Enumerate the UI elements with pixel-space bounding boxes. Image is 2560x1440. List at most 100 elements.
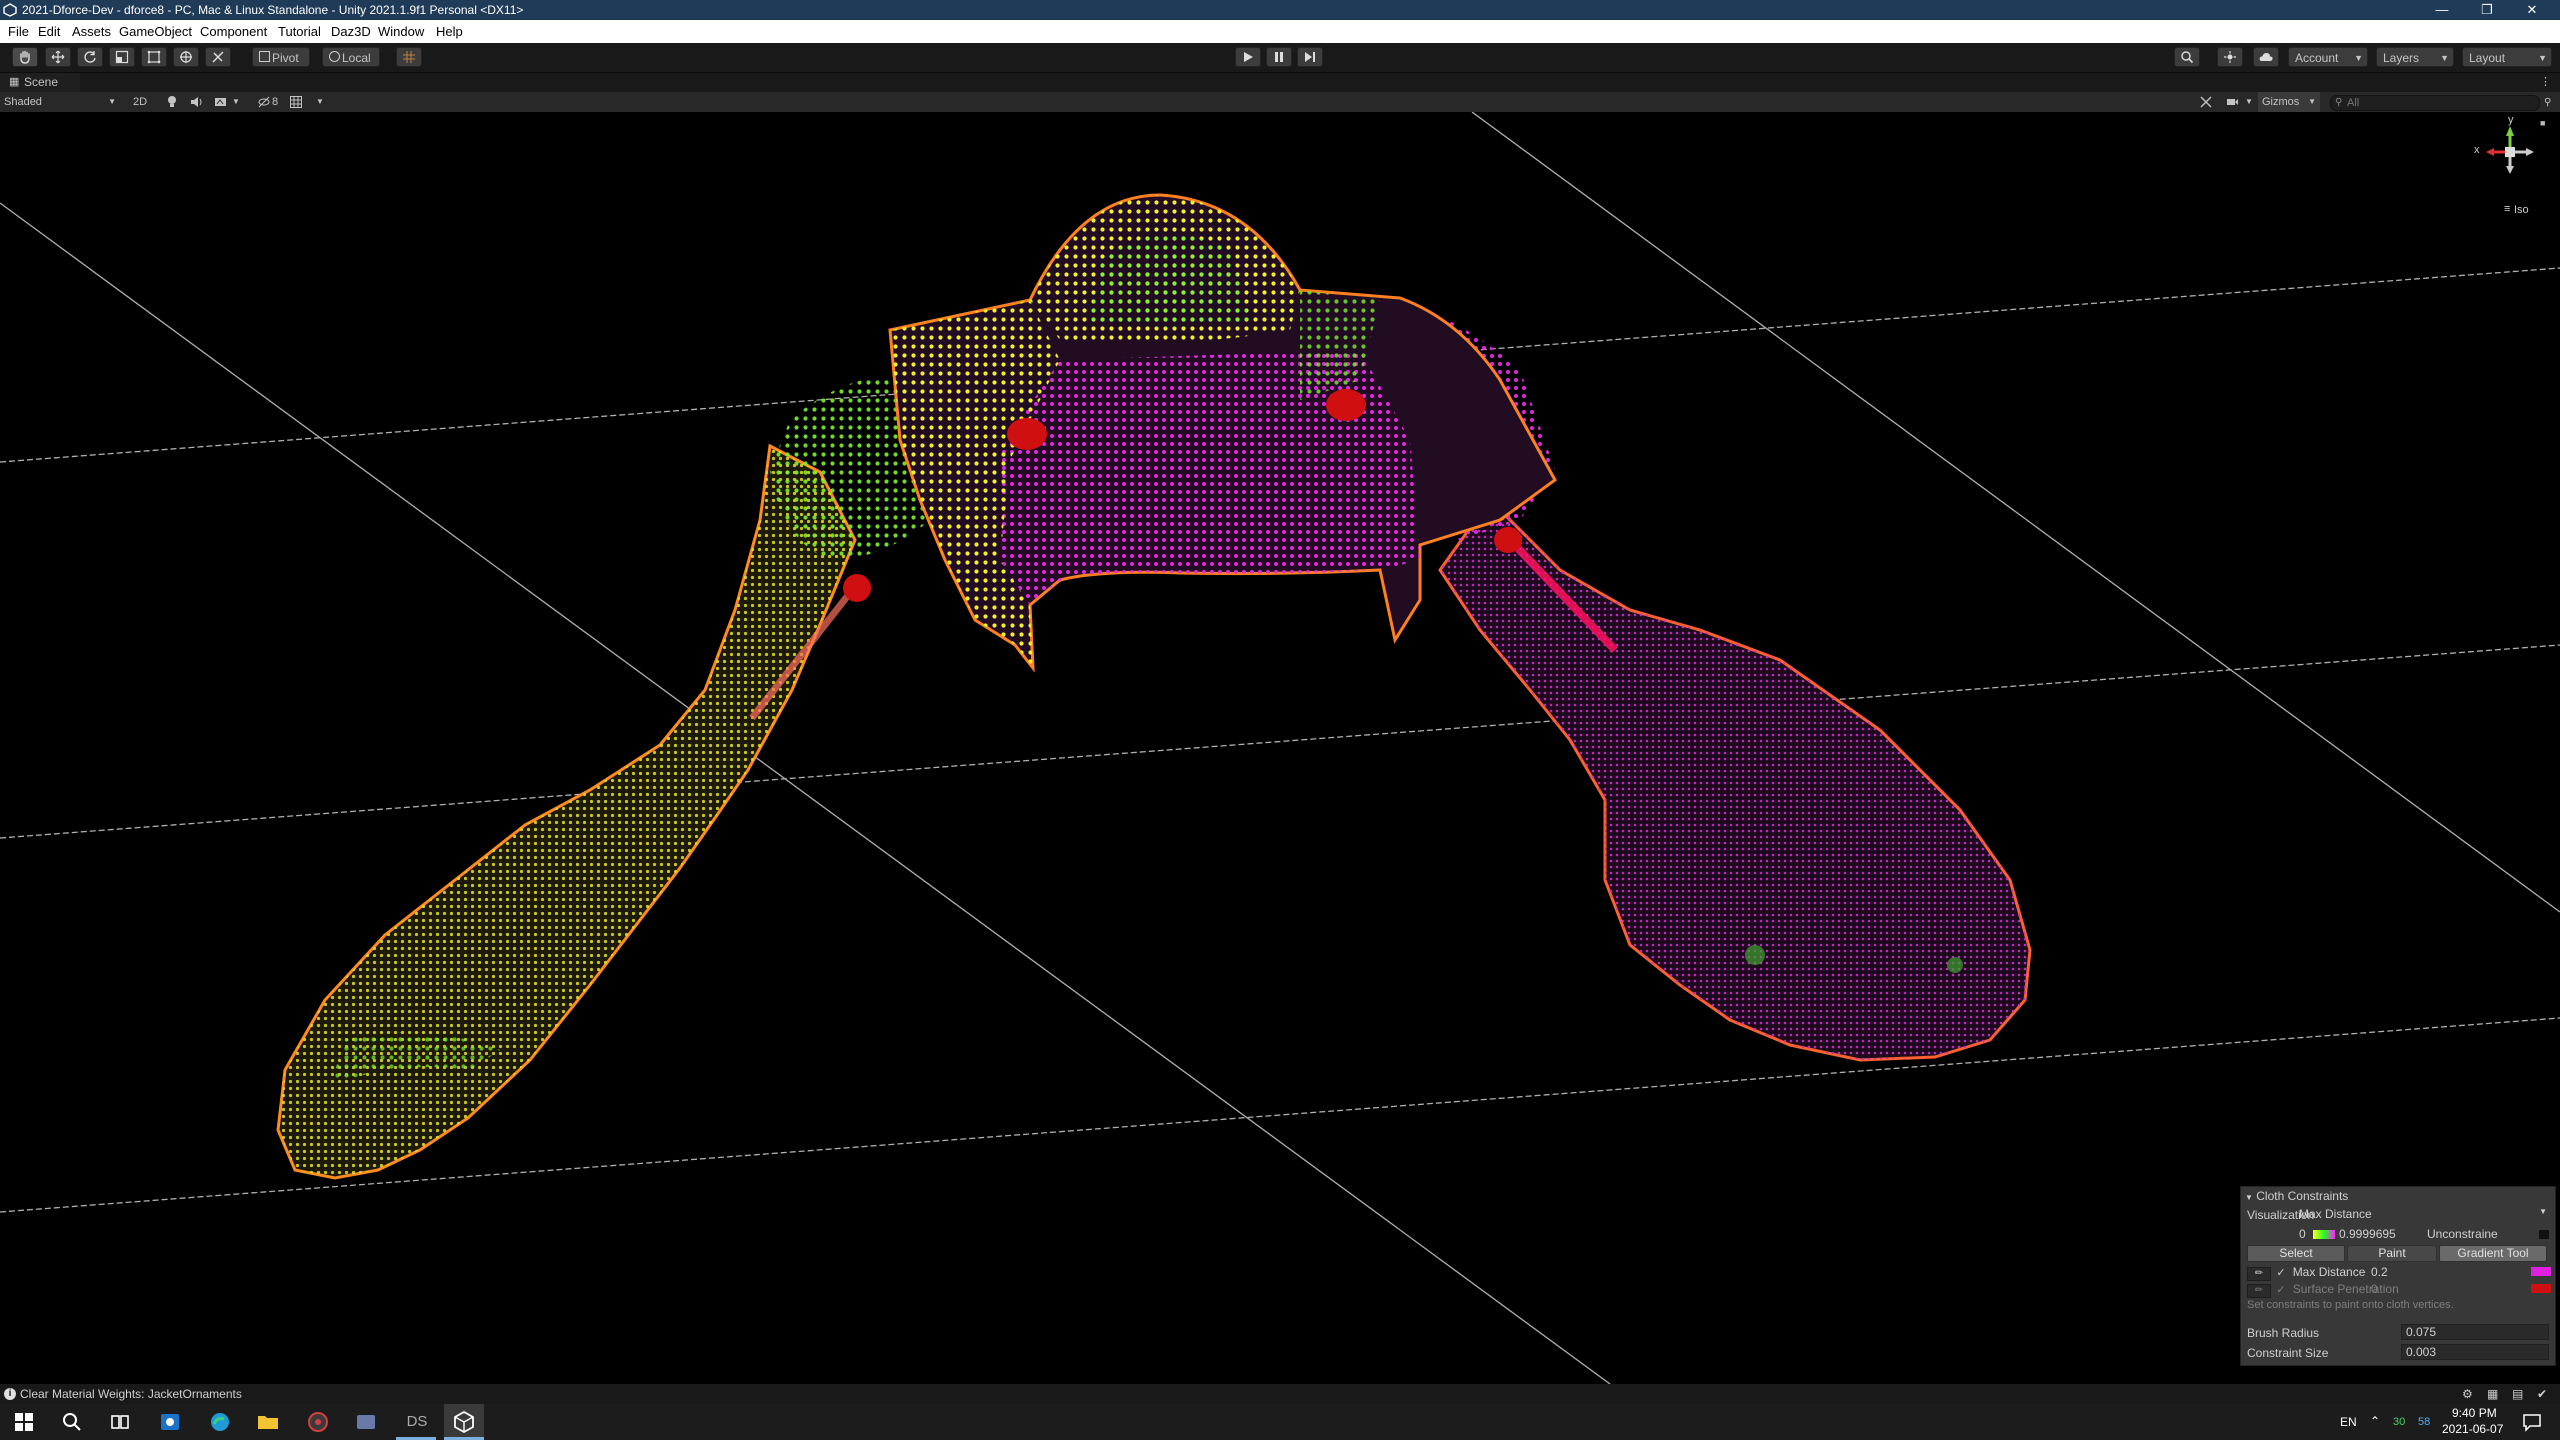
lock-icon[interactable]: ■ <box>2540 118 2545 128</box>
scale-tool-button[interactable] <box>109 47 135 67</box>
move-tool-button[interactable] <box>45 47 71 67</box>
foldout-arrow-icon: ▼ <box>2245 1193 2253 1202</box>
tab-menu-icon[interactable]: ⋮ <box>2540 73 2551 92</box>
menu-component[interactable]: Component <box>200 24 267 39</box>
account-dropdown[interactable]: Account ▼ <box>2288 47 2368 67</box>
unconstrained-swatch <box>2539 1230 2549 1239</box>
minimize-button[interactable]: — <box>2420 0 2464 20</box>
transform-tool-button[interactable] <box>173 47 199 67</box>
scale-icon <box>115 50 129 64</box>
effects-icon <box>215 98 226 106</box>
scene-search-field[interactable]: ⚲ All <box>2330 95 2540 111</box>
surface-penetration-checkbox[interactable]: ✓ <box>2276 1283 2286 1296</box>
menu-tutorial[interactable]: Tutorial <box>278 24 321 39</box>
effects-dropdown[interactable]: ▼ <box>214 92 244 112</box>
status-bar: i Clear Material Weights: JacketOrnament… <box>0 1384 2560 1404</box>
wrench-icon <box>212 51 224 63</box>
axis-gizmo-icon[interactable] <box>2470 120 2550 180</box>
account-label: Account <box>2295 51 2339 65</box>
edge-icon[interactable] <box>208 1410 232 1434</box>
grid-snap-button[interactable] <box>396 47 422 67</box>
search-button[interactable] <box>2174 47 2200 67</box>
scene-viewport[interactable]: y x ■ Iso ≡ <box>0 112 2560 1384</box>
projection-label[interactable]: Iso <box>2514 204 2529 216</box>
clock-date[interactable]: 2021-06-07 <box>2442 1422 2503 1436</box>
cloud-button[interactable] <box>2253 47 2279 67</box>
search-icon[interactable] <box>60 1410 84 1434</box>
outlook-icon[interactable] <box>158 1410 182 1434</box>
camera-dropdown[interactable]: ▼ <box>2226 92 2254 112</box>
gradient-tool-tab-button[interactable]: Gradient Tool <box>2439 1245 2547 1262</box>
select-tab-button[interactable]: Select <box>2247 1245 2345 1262</box>
play-button[interactable] <box>1235 47 1261 67</box>
close-button[interactable]: ✕ <box>2510 0 2554 20</box>
hand-tool-button[interactable] <box>12 47 38 67</box>
rect-tool-button[interactable] <box>141 47 167 67</box>
local-toggle[interactable]: Local <box>322 47 380 67</box>
status-bug-icon[interactable]: ⚙ <box>2462 1384 2473 1404</box>
step-button[interactable] <box>1297 47 1323 67</box>
menu-assets[interactable]: Assets <box>72 24 111 39</box>
layers-dropdown[interactable]: Layers ▼ <box>2376 47 2454 67</box>
tools-toggle[interactable] <box>2200 92 2216 112</box>
scene-view-canvas[interactable] <box>0 112 2560 1384</box>
visualization-dropdown[interactable]: Max Distance ▼ <box>2299 1207 2549 1223</box>
tray-chevron-icon[interactable]: ⌃ <box>2370 1414 2380 1428</box>
cuff-green-marker <box>1745 945 1765 965</box>
main-toolbar: Pivot Local Account ▼ Layers ▼ Layout ▼ <box>0 43 2560 73</box>
task-view-icon[interactable] <box>108 1410 132 1434</box>
scene-tab-icon: ▦ <box>9 76 20 88</box>
draw-mode-dropdown[interactable]: Shaded ▼ <box>4 92 118 112</box>
status-progress-icon[interactable]: ▦ <box>2487 1384 2498 1404</box>
file-explorer-icon[interactable] <box>256 1410 280 1434</box>
dropdown-arrow-icon: ▼ <box>2440 53 2449 63</box>
brush-radius-field[interactable]: 0.075 <box>2401 1324 2549 1340</box>
hidden-objects-toggle[interactable]: 8 <box>258 92 284 112</box>
brush-icon[interactable]: ✏ <box>2247 1284 2271 1298</box>
notifications-icon[interactable] <box>2520 1410 2544 1434</box>
daz-studio-icon[interactable]: DS <box>400 1410 434 1434</box>
constraint-size-label: Constraint Size <box>2247 1346 2329 1360</box>
pause-button[interactable] <box>1266 47 1292 67</box>
collab-button[interactable] <box>2217 47 2243 67</box>
panel-header[interactable]: ▼ Cloth Constraints <box>2245 1189 2348 1203</box>
max-distance-checkbox[interactable]: ✓ <box>2276 1266 2286 1279</box>
max-distance-field[interactable]: 0.2 <box>2367 1265 2413 1281</box>
hand-icon <box>20 50 30 64</box>
status-check-icon[interactable]: ✔ <box>2537 1384 2547 1404</box>
surface-penetration-field[interactable]: 0 <box>2367 1282 2413 1298</box>
menu-window[interactable]: Window <box>378 24 424 39</box>
paint-tab-button[interactable]: Paint <box>2347 1245 2437 1262</box>
custom-tool-button[interactable] <box>205 47 231 67</box>
menu-help[interactable]: Help <box>436 24 463 39</box>
layout-dropdown[interactable]: Layout ▼ <box>2462 47 2552 67</box>
gizmos-dropdown[interactable]: Gizmos ▼ <box>2258 92 2320 112</box>
pivot-toggle[interactable]: Pivot <box>252 47 310 67</box>
restore-button[interactable]: ❐ <box>2465 0 2509 20</box>
unity-icon[interactable] <box>452 1410 476 1434</box>
status-message[interactable]: Clear Material Weights: JacketOrnaments <box>20 1384 242 1404</box>
audio-toggle[interactable] <box>190 92 206 112</box>
constraint-size-field[interactable]: 0.003 <box>2401 1344 2549 1360</box>
local-label: Local <box>342 51 371 65</box>
orientation-gizmo[interactable]: y x ■ Iso ≡ <box>2470 114 2550 220</box>
menu-file[interactable]: File <box>8 24 29 39</box>
search-filter-button[interactable]: ⚲ <box>2544 92 2556 112</box>
constraint-hint: Set constraints to paint onto cloth vert… <box>2247 1299 2454 1311</box>
language-indicator[interactable]: EN <box>2340 1415 2357 1429</box>
app-icon[interactable] <box>354 1410 378 1434</box>
media-player-icon[interactable] <box>306 1410 330 1434</box>
tab-scene[interactable]: ▦ Scene <box>0 73 80 92</box>
menu-gameobject[interactable]: GameObject <box>119 24 192 39</box>
status-tools-icon[interactable]: ▤ <box>2512 1384 2523 1404</box>
lighting-toggle[interactable] <box>166 92 182 112</box>
brush-icon[interactable]: ✏ <box>2247 1267 2271 1281</box>
clock-time[interactable]: 9:40 PM <box>2452 1406 2497 1420</box>
grid-dropdown[interactable]: ▼ <box>290 92 326 112</box>
menu-edit[interactable]: Edit <box>38 24 60 39</box>
rotate-tool-button[interactable] <box>77 47 103 67</box>
2d-toggle[interactable]: 2D <box>130 92 150 112</box>
windows-start-icon[interactable] <box>12 1410 36 1434</box>
menu-daz3d[interactable]: Daz3D <box>331 24 371 39</box>
dropdown-arrow-icon: ▼ <box>108 97 116 106</box>
